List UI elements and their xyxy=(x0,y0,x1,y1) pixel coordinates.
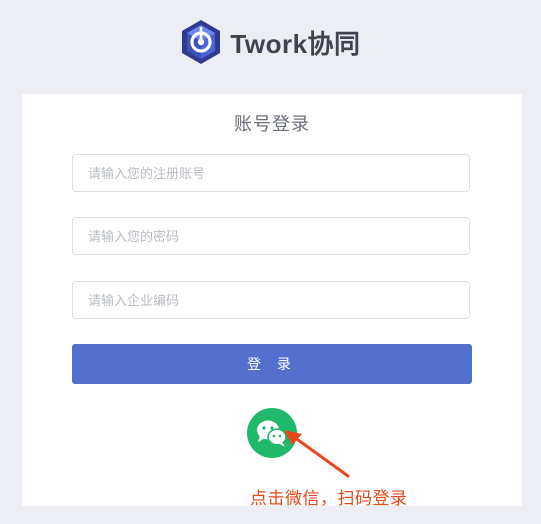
login-button[interactable]: 登 录 xyxy=(72,344,472,384)
login-title: 账号登录 xyxy=(234,114,310,134)
password-input[interactable] xyxy=(72,217,470,255)
account-input[interactable] xyxy=(72,154,470,192)
wechat-scan-hint: 点击微信，扫码登录 xyxy=(250,489,408,508)
twork-logo-icon xyxy=(182,20,221,64)
brand-name: Twork协同 xyxy=(230,28,361,59)
brand-header: Twork协同 xyxy=(0,14,541,70)
login-card: 账号登录 登 录 xyxy=(22,94,522,506)
company-code-input[interactable] xyxy=(72,281,470,319)
arrow-icon xyxy=(284,430,350,478)
